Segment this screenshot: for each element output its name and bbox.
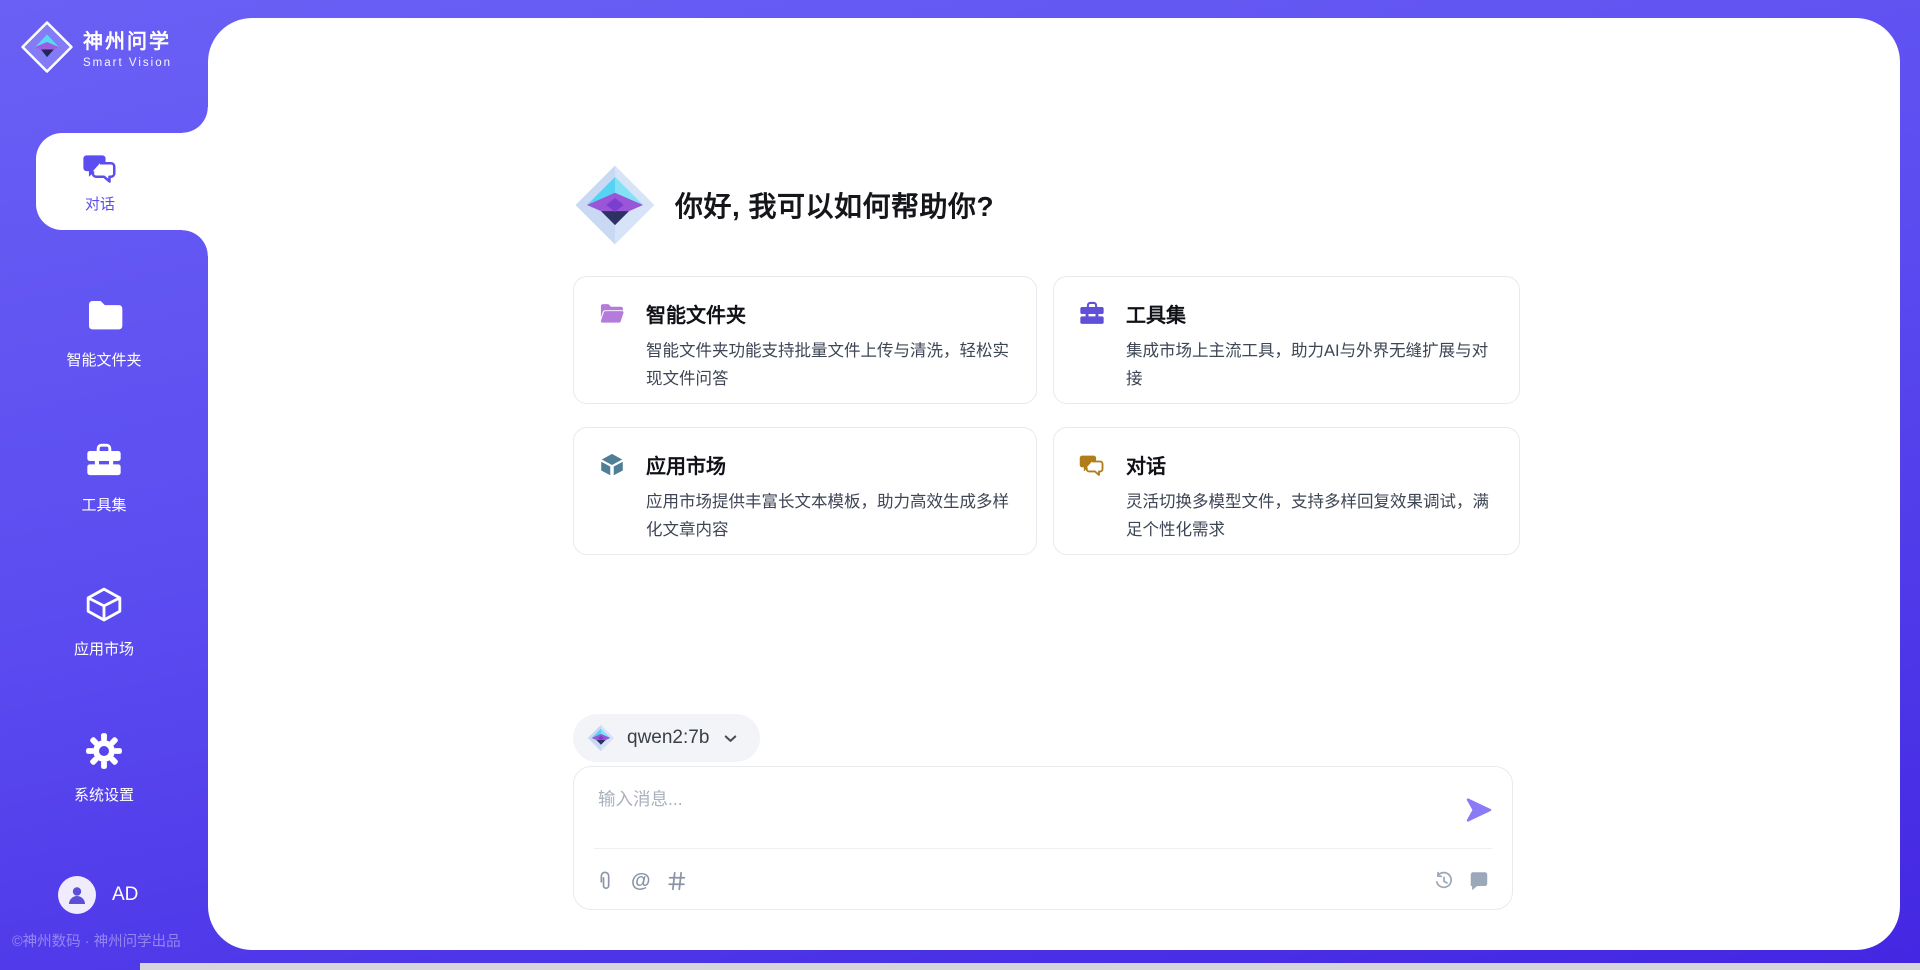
user-initials: AD [112, 884, 138, 906]
sidebar-item-label: 对话 [85, 193, 115, 214]
hashtag-icon [666, 870, 688, 892]
sidebar-item-label: 工具集 [4, 494, 204, 515]
card-title: 工具集 [1126, 299, 1495, 328]
at-sign-icon: @ [631, 870, 651, 892]
greeting-title: 你好, 我可以如何帮助你? [675, 185, 994, 225]
card-description: 应用市场提供丰富长文本模板，助力高效生成多样化文章内容 [646, 488, 1012, 544]
message-icon [1468, 870, 1490, 892]
card-title: 对话 [1126, 450, 1495, 479]
card-description: 智能文件夹功能支持批量文件上传与清洗，轻松实现文件问答 [646, 337, 1012, 393]
model-selector[interactable]: qwen2:7b [573, 714, 760, 762]
card-toolset[interactable]: 工具集 集成市场上主流工具，助力AI与外界无缝扩展与对接 [1053, 276, 1520, 404]
chat-icon [1078, 451, 1106, 479]
message-composer: @ [573, 766, 1513, 910]
copyright-text: ©神州数码 · 神州问学出品 [12, 930, 208, 951]
greeting: 你好, 我可以如何帮助你? [573, 163, 994, 247]
card-description: 集成市场上主流工具，助力AI与外界无缝扩展与对接 [1126, 337, 1495, 393]
folder-icon [84, 296, 124, 336]
chat-icon [81, 149, 119, 187]
horizontal-scrollbar[interactable] [140, 963, 1920, 970]
sidebar-item-label: 系统设置 [4, 784, 204, 805]
card-smart-folder[interactable]: 智能文件夹 智能文件夹功能支持批量文件上传与清洗，轻松实现文件问答 [573, 276, 1037, 404]
sidebar: 神州问学 Smart Vision 对话 智能文件夹 工具集 应用市场 系统设置 [0, 0, 208, 970]
brand-diamond-icon [20, 20, 74, 74]
user-account: AD [58, 876, 138, 914]
sidebar-item-label: 应用市场 [4, 638, 204, 659]
send-icon [1465, 796, 1493, 824]
brand-diamond-icon [573, 163, 657, 247]
cube-grid-icon [598, 451, 626, 479]
composer-divider [594, 848, 1492, 849]
brand-subtitle: Smart Vision [83, 57, 172, 69]
cube-icon [84, 585, 124, 625]
card-app-market[interactable]: 应用市场 应用市场提供丰富长文本模板，助力高效生成多样化文章内容 [573, 427, 1037, 555]
app-screen: 神州问学 Smart Vision 对话 智能文件夹 工具集 应用市场 系统设置 [0, 0, 1920, 970]
brand-name: 神州问学 [83, 25, 172, 54]
message-input[interactable] [598, 786, 1428, 844]
gear-icon [84, 731, 124, 771]
card-chat[interactable]: 对话 灵活切换多模型文件，支持多样回复效果调试，满足个性化需求 [1053, 427, 1520, 555]
sidebar-item-chat[interactable]: 对话 [36, 133, 208, 230]
main-panel: 你好, 我可以如何帮助你? 智能文件夹 智能文件夹功能支持批量文件上传与清洗，轻… [208, 18, 1900, 950]
attachment-button[interactable] [594, 870, 616, 892]
folder-open-icon [598, 300, 626, 328]
sidebar-item-settings[interactable]: 系统设置 [4, 731, 204, 805]
history-button[interactable] [1433, 870, 1455, 892]
avatar[interactable] [58, 876, 96, 914]
person-icon [65, 883, 89, 907]
send-button[interactable] [1464, 796, 1494, 826]
feature-cards: 智能文件夹 智能文件夹功能支持批量文件上传与清洗，轻松实现文件问答 工具集 集成… [573, 276, 1520, 555]
sidebar-item-label: 智能文件夹 [4, 349, 204, 370]
composer-right-tools [1433, 870, 1490, 892]
mention-button[interactable]: @ [631, 870, 651, 892]
app-logo: 神州问学 Smart Vision [20, 20, 172, 74]
composer-left-tools: @ [594, 870, 688, 892]
sidebar-item-toolset[interactable]: 工具集 [4, 441, 204, 515]
main-content: 你好, 我可以如何帮助你? 智能文件夹 智能文件夹功能支持批量文件上传与清洗，轻… [573, 18, 1520, 950]
model-name: qwen2:7b [627, 727, 709, 749]
tab-curve-bottom [182, 230, 208, 256]
card-description: 灵活切换多模型文件，支持多样回复效果调试，满足个性化需求 [1126, 488, 1495, 544]
tab-curve-top [182, 107, 208, 133]
model-logo-icon [587, 724, 615, 752]
card-title: 智能文件夹 [646, 299, 1012, 328]
toolbox-icon [84, 441, 124, 481]
sidebar-item-app-market[interactable]: 应用市场 [4, 585, 204, 659]
chevron-down-icon [721, 729, 740, 748]
hashtag-button[interactable] [666, 870, 688, 892]
paperclip-icon [594, 870, 616, 892]
sidebar-item-smart-folder[interactable]: 智能文件夹 [4, 296, 204, 370]
history-clock-icon [1433, 870, 1455, 892]
card-title: 应用市场 [646, 450, 1012, 479]
briefcase-icon [1078, 300, 1106, 328]
conversations-button[interactable] [1468, 870, 1490, 892]
